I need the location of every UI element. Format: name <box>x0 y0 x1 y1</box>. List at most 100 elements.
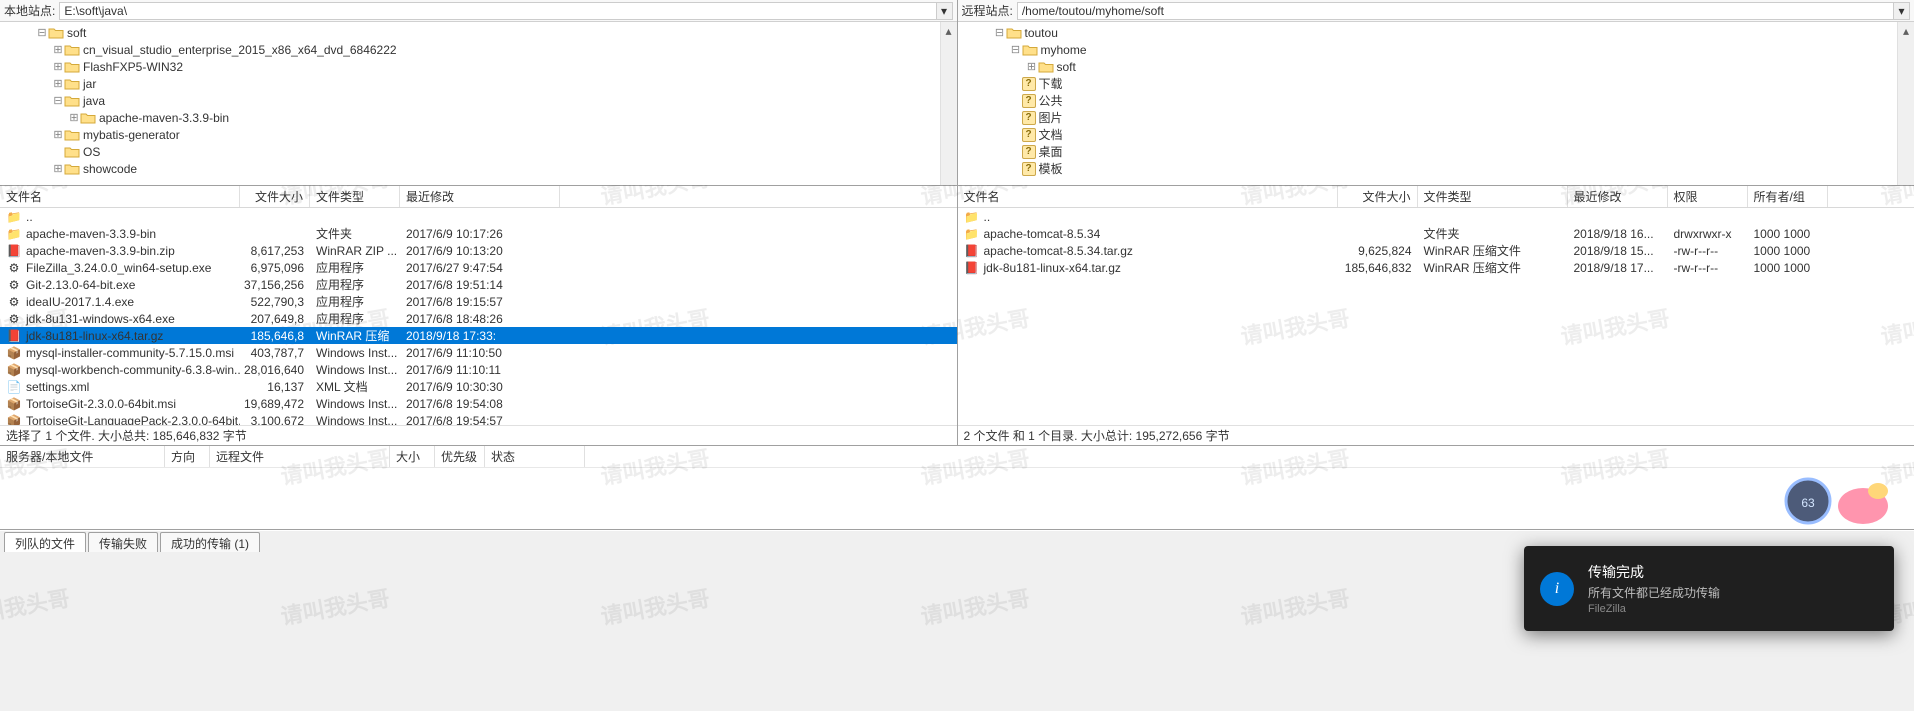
list-row[interactable]: 📦mysql-installer-community-5.7.15.0.msi4… <box>0 344 957 361</box>
tree-node[interactable]: ⊞soft <box>962 58 1911 75</box>
list-row[interactable]: ⚙ideaIU-2017.1.4.exe522,790,3应用程序2017/6/… <box>0 293 957 310</box>
cell-size: 19,689,472 <box>240 397 310 411</box>
list-row[interactable]: 📁apache-maven-3.3.9-bin文件夹2017/6/9 10:17… <box>0 225 957 242</box>
tree-node[interactable]: ⊟java <box>4 92 953 109</box>
tree-node[interactable]: ⊞mybatis-generator <box>4 126 953 143</box>
tree-node[interactable]: ?下载 <box>962 75 1911 92</box>
expand-icon[interactable]: ⊟ <box>1010 43 1022 56</box>
tree-node[interactable]: ⊞cn_visual_studio_enterprise_2015_x86_x6… <box>4 41 953 58</box>
list-row[interactable]: 📄settings.xml16,137XML 文档2017/6/9 10:30:… <box>0 378 957 395</box>
file-icon: 📕 <box>964 244 980 258</box>
local-path-dropdown[interactable]: ▾ <box>937 2 953 20</box>
tree-node[interactable]: ?文档 <box>962 126 1911 143</box>
queue-column-header[interactable]: 方向 <box>165 446 210 467</box>
scroll-up-icon[interactable]: ▴ <box>941 22 957 39</box>
local-list-body[interactable]: 📁..📁apache-maven-3.3.9-bin文件夹2017/6/9 10… <box>0 208 957 425</box>
column-header-size[interactable]: 文件大小 <box>240 186 310 207</box>
column-header-name[interactable]: 文件名 <box>958 186 1338 207</box>
expand-icon[interactable]: ⊞ <box>52 43 64 56</box>
list-row[interactable]: ⚙Git-2.13.0-64-bit.exe37,156,256应用程序2017… <box>0 276 957 293</box>
file-icon: ⚙ <box>6 261 22 275</box>
list-row[interactable]: 📦mysql-workbench-community-6.3.8-win...2… <box>0 361 957 378</box>
remote-path-dropdown[interactable]: ▾ <box>1894 2 1910 20</box>
unknown-folder-icon: ? <box>1022 77 1036 91</box>
list-row[interactable]: 📁.. <box>0 208 957 225</box>
column-header-type[interactable]: 文件类型 <box>1418 186 1568 207</box>
expand-icon[interactable]: ⊞ <box>52 128 64 141</box>
queue-tab[interactable]: 传输失败 <box>88 532 158 552</box>
cell-mtime: 2018/9/18 15... <box>1568 244 1668 258</box>
list-row[interactable]: 📁.. <box>958 208 1914 225</box>
tree-node[interactable]: ?桌面 <box>962 143 1911 160</box>
queue-column-header[interactable]: 远程文件 <box>210 446 390 467</box>
column-header-mtime[interactable]: 最近修改 <box>1568 186 1668 207</box>
cell-type: 应用程序 <box>310 276 400 293</box>
toast-notification[interactable]: i 传输完成 所有文件都已经成功传输 FileZilla <box>1524 546 1894 631</box>
queue-tab[interactable]: 成功的传输 (1) <box>160 532 260 552</box>
expand-icon[interactable]: ⊞ <box>52 77 64 90</box>
unknown-folder-icon: ? <box>1022 145 1036 159</box>
tree-node[interactable]: ⊞showcode <box>4 160 953 177</box>
remote-tree[interactable]: ▴ ⊟toutou⊟myhome⊞soft?下载?公共?图片?文档?桌面?模板 <box>958 22 1914 185</box>
scrollbar[interactable]: ▴ <box>1897 22 1914 185</box>
tree-node[interactable]: ⊞apache-maven-3.3.9-bin <box>4 109 953 126</box>
expand-icon[interactable]: ⊞ <box>52 60 64 73</box>
list-row[interactable]: 📁apache-tomcat-8.5.34文件夹2018/9/18 16...d… <box>958 225 1914 242</box>
remote-path-bar: 远程站点: ▾ <box>958 0 1914 22</box>
local-tree-pane: 本地站点: ▾ ▴ ⊟soft⊞cn_visual_studio_enterpr… <box>0 0 958 185</box>
tree-node[interactable]: ⊞jar <box>4 75 953 92</box>
expand-icon[interactable]: ⊟ <box>52 94 64 107</box>
expand-icon[interactable]: ⊞ <box>68 111 80 124</box>
local-path-bar: 本地站点: ▾ <box>0 0 957 22</box>
column-header-size[interactable]: 文件大小 <box>1338 186 1418 207</box>
cell-type: Windows Inst... <box>310 346 400 360</box>
tree-node[interactable]: ⊟myhome <box>962 41 1911 58</box>
cell-mtime: 2018/9/18 16... <box>1568 227 1668 241</box>
scroll-up-icon[interactable]: ▴ <box>1898 22 1914 39</box>
remote-path-input[interactable] <box>1017 2 1894 20</box>
list-row[interactable]: 📕jdk-8u181-linux-x64.tar.gz185,646,8WinR… <box>0 327 957 344</box>
list-row[interactable]: 📕apache-maven-3.3.9-bin.zip8,617,253WinR… <box>0 242 957 259</box>
tree-node[interactable]: ?图片 <box>962 109 1911 126</box>
scrollbar[interactable]: ▴ <box>940 22 957 185</box>
remote-list-body[interactable]: 📁..📁apache-tomcat-8.5.34文件夹2018/9/18 16.… <box>958 208 1914 425</box>
column-header-type[interactable]: 文件类型 <box>310 186 400 207</box>
tree-node[interactable]: ⊟soft <box>4 24 953 41</box>
cell-type: Windows Inst... <box>310 363 400 377</box>
queue-column-header[interactable]: 大小 <box>390 446 435 467</box>
tree-node[interactable]: ?公共 <box>962 92 1911 109</box>
queue-column-header[interactable]: 优先级 <box>435 446 485 467</box>
queue-body[interactable] <box>0 468 1914 529</box>
tree-node[interactable]: ⊞FlashFXP5-WIN32 <box>4 58 953 75</box>
expand-icon[interactable]: ⊟ <box>994 26 1006 39</box>
local-path-input[interactable] <box>59 2 936 20</box>
queue-column-header[interactable]: 服务器/本地文件 <box>0 446 165 467</box>
file-icon: 📕 <box>964 261 980 275</box>
toast-message: 所有文件都已经成功传输 <box>1588 584 1720 601</box>
list-row[interactable]: 📕jdk-8u181-linux-x64.tar.gz185,646,832Wi… <box>958 259 1914 276</box>
column-header-owner[interactable]: 所有者/组 <box>1748 186 1828 207</box>
list-row[interactable]: ⚙FileZilla_3.24.0.0_win64-setup.exe6,975… <box>0 259 957 276</box>
list-row[interactable]: 📦TortoiseGit-LanguagePack-2.3.0.0-64bit.… <box>0 412 957 425</box>
list-row[interactable]: 📦TortoiseGit-2.3.0.0-64bit.msi19,689,472… <box>0 395 957 412</box>
cell-type: 文件夹 <box>1418 225 1568 242</box>
column-header-mtime[interactable]: 最近修改 <box>400 186 560 207</box>
tree-node[interactable]: ?模板 <box>962 160 1911 177</box>
tree-node[interactable]: ⊟toutou <box>962 24 1911 41</box>
tree-node[interactable]: OS <box>4 143 953 160</box>
remote-tree-pane: 远程站点: ▾ ▴ ⊟toutou⊟myhome⊞soft?下载?公共?图片?文… <box>958 0 1914 185</box>
cell-mtime: 2017/6/8 19:51:14 <box>400 278 560 292</box>
column-header-perm[interactable]: 权限 <box>1668 186 1748 207</box>
queue-tab[interactable]: 列队的文件 <box>4 532 86 552</box>
column-header-name[interactable]: 文件名 <box>0 186 240 207</box>
expand-icon[interactable]: ⊞ <box>52 162 64 175</box>
expand-icon[interactable]: ⊞ <box>1026 60 1038 73</box>
file-icon: ⚙ <box>6 295 22 309</box>
expand-icon[interactable]: ⊟ <box>36 26 48 39</box>
local-tree[interactable]: ▴ ⊟soft⊞cn_visual_studio_enterprise_2015… <box>0 22 957 185</box>
cell-size: 16,137 <box>240 380 310 394</box>
remote-path-label: 远程站点: <box>962 2 1013 19</box>
queue-column-header[interactable]: 状态 <box>485 446 585 467</box>
list-row[interactable]: 📕apache-tomcat-8.5.34.tar.gz9,625,824Win… <box>958 242 1914 259</box>
list-row[interactable]: ⚙jdk-8u131-windows-x64.exe207,649,8应用程序2… <box>0 310 957 327</box>
